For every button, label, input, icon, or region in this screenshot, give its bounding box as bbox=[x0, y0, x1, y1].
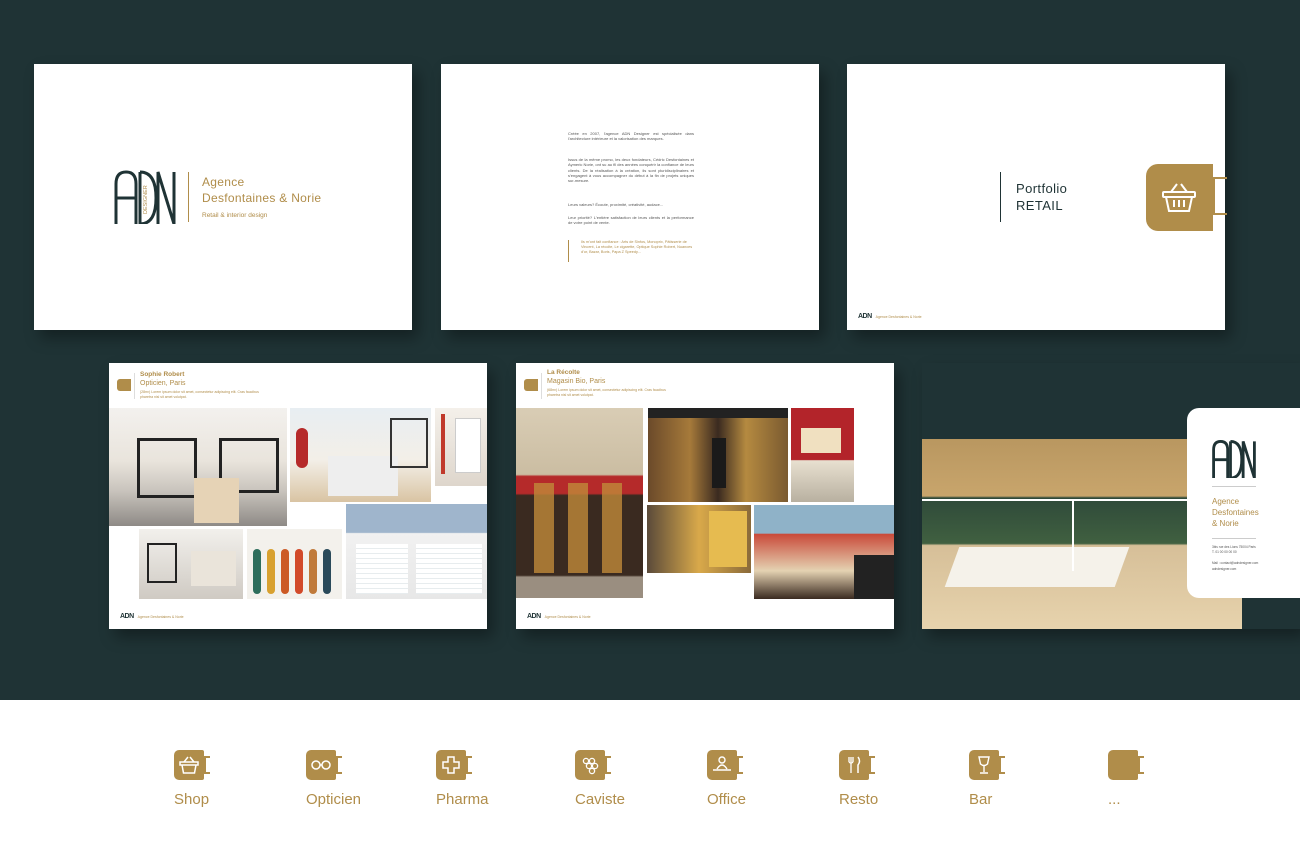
footer-logo: ADN Agence Desfontaines & Norie bbox=[858, 313, 922, 320]
project-description: (68m²) Lorem ipsum dolor sit amet, conse… bbox=[547, 388, 666, 397]
agency-name-line1: Agence bbox=[202, 175, 245, 189]
project-photo bbox=[435, 408, 487, 486]
category-icon-box bbox=[306, 750, 336, 780]
svg-text:DESIGNER: DESIGNER bbox=[143, 185, 149, 214]
icon-prong bbox=[336, 757, 338, 773]
category-icon-box bbox=[436, 750, 466, 780]
category-label: ... bbox=[1108, 791, 1121, 808]
cross-icon bbox=[442, 756, 460, 774]
footer-logo: ADN Agence Desfontaines & Norie bbox=[120, 613, 184, 620]
adn-logo bbox=[1212, 440, 1256, 478]
grapes-icon bbox=[582, 757, 599, 775]
category-label: Resto bbox=[839, 791, 879, 808]
title-divider bbox=[1000, 172, 1001, 222]
about-card: Créée en 2007, l'agence ADN Designer est… bbox=[441, 64, 819, 330]
icon-prong bbox=[869, 757, 871, 773]
contact-address: 3bis rue des Lions 75004 Paris T. 01 00 … bbox=[1212, 545, 1256, 554]
project-photo bbox=[754, 505, 894, 599]
icon-prong bbox=[999, 757, 1001, 773]
about-paragraph: Issus de la même promo, les deux fondate… bbox=[568, 157, 694, 184]
portfolio-subtitle: RETAIL bbox=[1016, 198, 1063, 213]
clients-quote: Ils m'ont fait confiance : Arts de Sinfo… bbox=[568, 240, 694, 262]
project-description: (28m²) Lorem ipsum dolor sit amet, conse… bbox=[140, 390, 259, 399]
project-photo bbox=[139, 529, 243, 599]
category-label: Caviste bbox=[575, 791, 626, 808]
icon-prong bbox=[204, 757, 206, 773]
category-label: Pharma bbox=[436, 791, 489, 808]
project-subtitle: Opticien, Paris bbox=[140, 380, 186, 387]
icon-prong bbox=[466, 757, 468, 773]
project-card-optician: Sophie Robert Opticien, Paris (28m²) Lor… bbox=[109, 363, 487, 629]
project-title: La Récolte bbox=[547, 369, 580, 376]
project-photo bbox=[648, 408, 788, 502]
header-divider bbox=[134, 373, 135, 399]
contact-website: adndesigner.com bbox=[1212, 567, 1237, 571]
tab-prong bbox=[1213, 213, 1227, 215]
basket-icon bbox=[1162, 183, 1196, 212]
about-paragraph: Créée en 2007, l'agence ADN Designer est… bbox=[568, 131, 694, 142]
category-label: Bar bbox=[969, 791, 993, 808]
project-card-grocery: La Récolte Magasin Bio, Paris (68m²) Lor… bbox=[516, 363, 894, 629]
blank-icon bbox=[1108, 750, 1138, 780]
project-photo bbox=[791, 408, 854, 502]
category-icon-box bbox=[969, 750, 999, 780]
icon-prong bbox=[605, 757, 607, 773]
adn-logo: DESIGNER bbox=[114, 170, 176, 224]
basket-icon bbox=[179, 756, 199, 774]
category-icon-row: Shop Opticien Pharma Caviste Office Rest… bbox=[0, 700, 1300, 860]
category-icon-box bbox=[839, 750, 869, 780]
category-label: Shop bbox=[174, 791, 210, 808]
portfolio-title: Portfolio bbox=[1016, 181, 1068, 196]
project-subtitle: Magasin Bio, Paris bbox=[547, 378, 606, 385]
project-photo bbox=[247, 529, 342, 599]
category-label: Office bbox=[707, 791, 746, 808]
contact-card: Agence Desfontaines & Norie 3bis rue des… bbox=[922, 363, 1300, 629]
category-icon-box bbox=[707, 750, 737, 780]
tab-prong bbox=[1213, 177, 1215, 215]
glass-icon bbox=[978, 756, 990, 774]
category-label: Opticien bbox=[306, 791, 362, 808]
contact-panel: Agence Desfontaines & Norie 3bis rue des… bbox=[1187, 408, 1300, 598]
project-photo bbox=[109, 408, 287, 526]
category-icon-box bbox=[174, 750, 204, 780]
header-divider bbox=[541, 373, 542, 399]
logo-divider bbox=[188, 172, 189, 222]
person-desk-icon bbox=[713, 756, 731, 771]
glasses-icon bbox=[311, 760, 331, 770]
presentation-board: DESIGNER Agence Desfontaines & Norie Ret… bbox=[0, 0, 1300, 700]
project-photo bbox=[290, 408, 431, 502]
fork-knife-icon bbox=[848, 756, 861, 773]
contact-mail: Mail : contact@adndesigner.com bbox=[1212, 561, 1259, 565]
agency-name: Agence Desfontaines & Norie bbox=[1212, 497, 1259, 528]
icon-prong bbox=[737, 757, 739, 773]
divider bbox=[1212, 486, 1256, 487]
agency-tagline: Retail & interior design bbox=[202, 212, 268, 219]
category-badge bbox=[524, 379, 538, 391]
about-paragraph: Leurs valeurs? Écoute, proximité, créati… bbox=[568, 202, 664, 207]
icon-prong bbox=[1138, 757, 1140, 773]
retail-tab bbox=[1146, 164, 1213, 231]
portfolio-card: Portfolio RETAIL ADN Agence Desfontaines … bbox=[847, 64, 1227, 330]
agency-name-line2: Desfontaines & Norie bbox=[202, 191, 322, 205]
divider bbox=[1212, 538, 1256, 539]
project-photo bbox=[346, 504, 487, 599]
project-photo bbox=[516, 408, 643, 598]
footer-logo: ADN Agence Desfontaines & Norie bbox=[527, 613, 591, 620]
tab-prong bbox=[1213, 177, 1227, 179]
category-badge bbox=[117, 379, 131, 391]
cover-card: DESIGNER Agence Desfontaines & Norie Ret… bbox=[34, 64, 412, 330]
project-title: Sophie Robert bbox=[140, 371, 185, 378]
about-paragraph: Leur priorité? L'entière satisfaction de… bbox=[568, 215, 694, 226]
category-icon-box bbox=[575, 750, 605, 780]
project-photo bbox=[647, 505, 751, 573]
